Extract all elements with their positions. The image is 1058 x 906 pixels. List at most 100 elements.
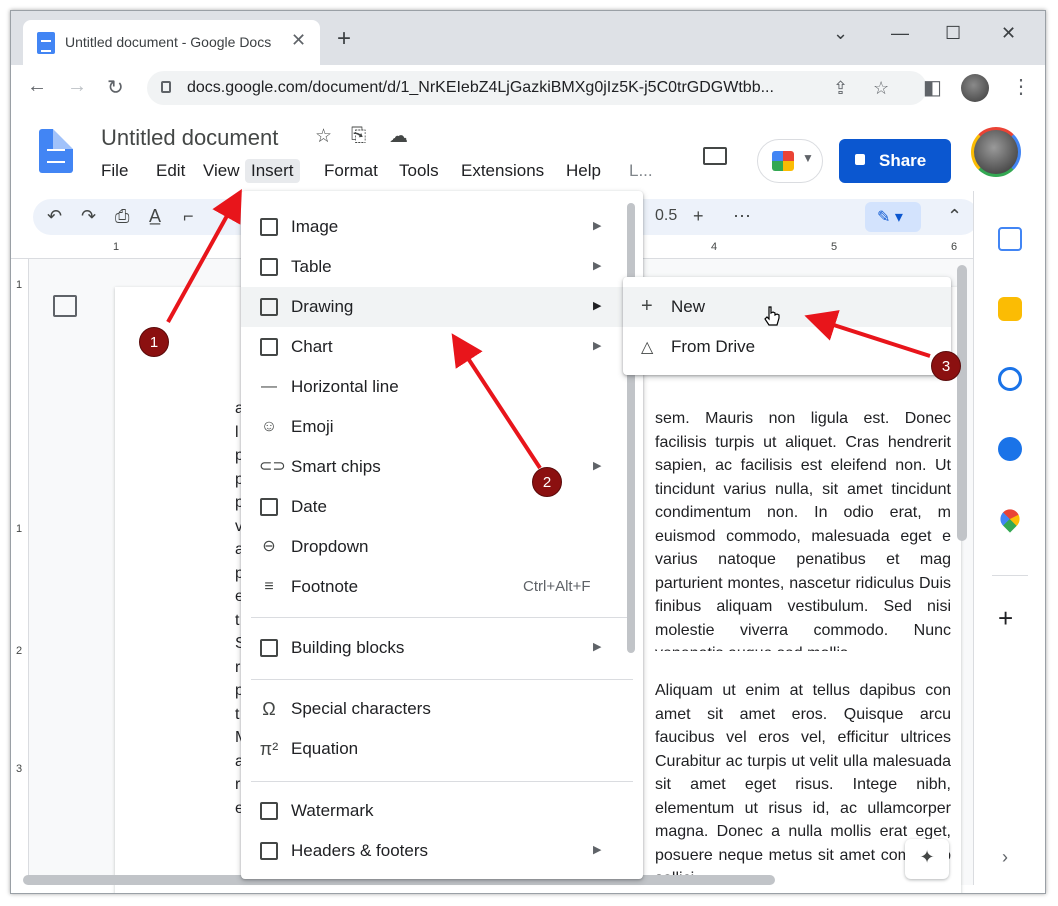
menu-view[interactable]: View — [197, 159, 246, 183]
horizontal-line-icon: — — [261, 378, 277, 395]
ruler-tick: 5 — [831, 241, 838, 253]
docs-logo-icon[interactable] — [39, 129, 73, 173]
redo-icon[interactable]: ↷ — [81, 206, 96, 227]
menu-item-label: Date — [291, 497, 327, 516]
menu-item-equation[interactable]: π² Equation — [241, 729, 643, 769]
menu-file[interactable]: File — [95, 159, 134, 183]
forward-icon[interactable]: → — [67, 75, 87, 98]
url-text[interactable]: docs.google.com/document/d/1_NrKEIebZ4Lj… — [187, 79, 827, 97]
paragraph-1: sem. Mauris non ligula est. Donec facili… — [655, 410, 951, 651]
keep-icon[interactable] — [998, 297, 1022, 321]
undo-icon[interactable]: ↶ — [47, 206, 62, 227]
menu-item-building-blocks[interactable]: Building blocks ▶ — [241, 628, 643, 668]
back-icon[interactable]: ← — [27, 75, 47, 98]
menu-item-footnote[interactable]: ≡ Footnote Ctrl+Alt+F — [241, 567, 643, 607]
menu-format[interactable]: Format — [318, 159, 384, 183]
reload-icon[interactable]: ↻ — [107, 75, 124, 100]
submenu-arrow-icon: ▶ — [593, 300, 602, 312]
meet-button[interactable]: ▼ — [757, 139, 823, 183]
docs-favicon-icon — [37, 32, 55, 54]
menu-item-table[interactable]: Table ▶ — [241, 247, 643, 287]
profile-avatar[interactable] — [961, 74, 989, 102]
menu-item-date[interactable]: Date — [241, 487, 643, 527]
menu-help[interactable]: Help — [560, 159, 607, 183]
submenu-arrow-icon: ▶ — [593, 641, 602, 653]
menu-item-horizontal-line[interactable]: — Horizontal line — [241, 367, 643, 407]
star-icon[interactable]: ☆ — [315, 125, 332, 148]
menu-extensions[interactable]: Extensions — [455, 159, 550, 183]
share-button[interactable]: Share — [839, 139, 951, 183]
title-bar: Untitled document - Google Docs ✕ + ⌄ — … — [11, 11, 1045, 73]
bookmark-star-icon[interactable]: ☆ — [873, 78, 889, 99]
submenu-item-new[interactable]: + New — [623, 287, 951, 327]
menu-tools[interactable]: Tools — [393, 159, 445, 183]
explore-icon[interactable]: ✦ — [905, 839, 949, 879]
more-options-icon[interactable]: ⋯ — [733, 206, 751, 227]
vertical-scrollbar[interactable] — [957, 265, 967, 541]
maximize-icon[interactable]: ☐ — [945, 23, 961, 44]
document-title[interactable]: Untitled document — [101, 125, 278, 151]
menu-item-chart[interactable]: Chart ▶ — [241, 327, 643, 367]
omega-icon: Ω — [262, 699, 276, 719]
submenu-item-label: New — [671, 297, 706, 316]
address-bar-row: ← → ↻ docs.google.com/document/d/1_NrKEI… — [11, 65, 1045, 111]
add-ons-plus-icon[interactable]: + — [998, 603, 1013, 634]
new-tab-button[interactable]: + — [337, 27, 351, 51]
watermark-icon — [260, 802, 278, 820]
menu-edit[interactable]: Edit — [150, 159, 191, 183]
submenu-item-from-drive[interactable]: △ From Drive — [623, 327, 951, 367]
smart-chips-icon: ⊂⊃ — [259, 458, 286, 475]
menu-item-dropdown[interactable]: ⊖ Dropdown — [241, 527, 643, 567]
minimize-icon[interactable]: — — [891, 23, 909, 44]
vertical-ruler[interactable]: 1 1 2 3 — [11, 259, 29, 885]
cloud-saved-icon[interactable]: ☁ — [389, 125, 408, 148]
spellcheck-icon[interactable]: A̲ — [149, 206, 161, 227]
font-size-value[interactable]: 0.5 — [655, 207, 677, 225]
menu-item-special-characters[interactable]: Ω Special characters — [241, 689, 643, 729]
menu-last-edit[interactable]: L... — [623, 159, 659, 183]
menu-item-drawing[interactable]: Drawing ▶ — [241, 287, 643, 327]
ruler-tick: 1 — [16, 523, 23, 535]
chevron-right-icon[interactable]: › — [1002, 847, 1008, 868]
calendar-icon[interactable] — [998, 227, 1022, 251]
increase-font-size-icon[interactable]: + — [693, 206, 704, 227]
menu-item-headers-footers[interactable]: Headers & footers ▶ — [241, 831, 643, 871]
close-window-icon[interactable]: ✕ — [1001, 23, 1016, 44]
menu-scrollbar[interactable] — [627, 203, 635, 653]
ruler-tick: 2 — [16, 645, 23, 657]
shortcut-label: Ctrl+Alt+F — [523, 578, 591, 595]
print-icon[interactable]: ⎙ — [115, 206, 129, 227]
account-avatar[interactable] — [971, 127, 1021, 177]
side-panel-icon[interactable]: ◧ — [923, 75, 942, 100]
document-outline-icon[interactable] — [53, 295, 77, 317]
menu-item-label: Drawing — [291, 297, 354, 316]
share-page-icon[interactable]: ⇪ — [833, 78, 848, 99]
tab-search-icon[interactable]: ⌄ — [833, 23, 848, 44]
paint-format-icon[interactable]: ⌐ — [183, 206, 194, 227]
docs-header: Untitled document ☆ ⎘ ☁ File Edit View I… — [11, 111, 1045, 191]
comment-history-icon[interactable] — [703, 147, 727, 165]
plus-icon: + — [641, 295, 653, 317]
hide-menus-icon[interactable]: ⌃ — [947, 206, 962, 227]
menu-item-smart-chips[interactable]: ⊂⊃ Smart chips ▶ — [241, 447, 643, 487]
maps-icon[interactable] — [996, 505, 1024, 533]
browser-menu-icon[interactable]: ⋮ — [1011, 74, 1031, 99]
table-icon — [260, 258, 278, 276]
menu-item-watermark[interactable]: Watermark — [241, 791, 643, 831]
annotation-badge-2: 2 — [532, 467, 562, 497]
contacts-icon[interactable] — [998, 437, 1022, 461]
tasks-icon[interactable] — [998, 367, 1022, 391]
menu-item-label: Horizontal line — [291, 377, 399, 396]
close-tab-icon[interactable]: ✕ — [291, 30, 306, 51]
address-bar[interactable]: docs.google.com/document/d/1_NrKEIebZ4Lj… — [147, 71, 927, 105]
menu-insert[interactable]: Insert — [245, 159, 300, 183]
ruler-tick: 4 — [711, 241, 718, 253]
editing-mode-button[interactable]: ✎ ▾ — [865, 202, 921, 232]
building-blocks-icon — [260, 639, 278, 657]
lock-icon[interactable] — [161, 81, 171, 93]
menu-divider — [251, 617, 633, 618]
menu-item-emoji[interactable]: ☺ Emoji — [241, 407, 643, 447]
side-panel-divider — [992, 575, 1028, 576]
menu-item-image[interactable]: Image ▶ — [241, 207, 643, 247]
move-folder-icon[interactable]: ⎘ — [351, 125, 366, 147]
